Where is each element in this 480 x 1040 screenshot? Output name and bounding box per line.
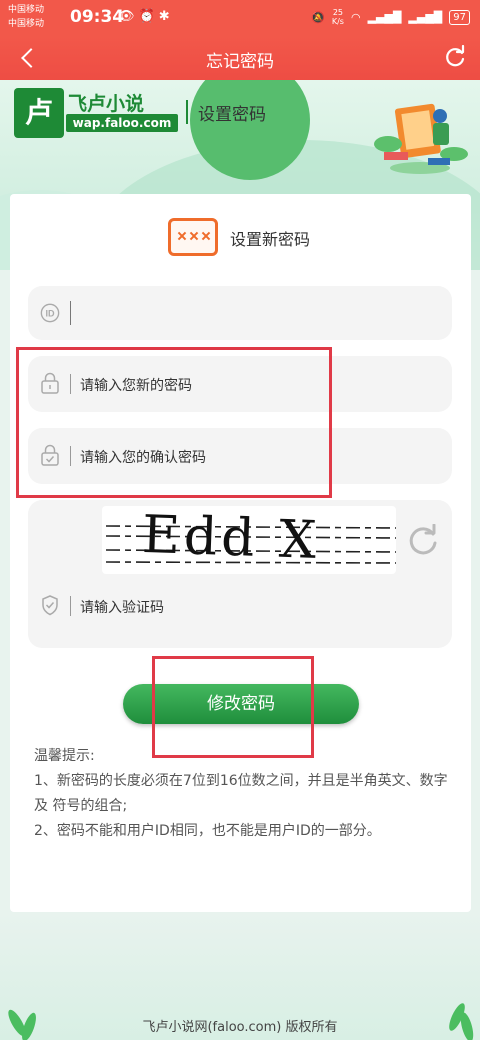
tips-section: 温馨提示: 1、新密码的长度必须在7位到16位数之间，并且是半角英文、数字及 符… <box>34 744 452 844</box>
alarm-icon: ⏰ <box>138 9 159 24</box>
tips-line-1: 1、新密码的长度必须在7位到16位数之间，并且是半角英文、数字及 符号的组合; <box>34 773 448 814</box>
signal-icon-1: ▂▄▆█ <box>367 10 402 24</box>
input-cursor <box>70 301 71 325</box>
network-speed: 25 K/s <box>332 8 344 26</box>
eye-icon: 👁 <box>118 9 139 24</box>
captcha-text: Edd X <box>141 506 322 572</box>
banner-subtitle: 设置密码 <box>198 105 266 125</box>
highlight-box-submit <box>152 656 314 758</box>
svg-text:ID: ID <box>45 309 55 319</box>
refresh-icon <box>446 44 465 67</box>
card-header: 设置新密码 <box>10 218 471 258</box>
status-icons-right: 🔕 25 K/s ◠ ▂▄▆█ ▂▄▆█ 97 <box>311 8 470 26</box>
status-bar: 中国移动 中国移动 09:34 👁⏰✱ 🔕 25 K/s ◠ ▂▄▆█ ▂▄▆█… <box>0 0 480 36</box>
wifi-icon: ◠ <box>350 10 361 24</box>
shield-check-icon <box>42 595 58 616</box>
captcha-placeholder: 请输入验证码 <box>80 600 164 616</box>
logo-url: wap.faloo.com <box>66 114 178 132</box>
nav-bar: 忘记密码 <box>0 36 480 80</box>
carrier-1: 中国移动 <box>8 5 45 15</box>
signal-icon-2: ▂▄▆█ <box>408 10 443 24</box>
bluetooth-icon: ✱ <box>158 9 174 24</box>
network-speed-unit: K/s <box>331 17 344 26</box>
user-id-field[interactable]: ID <box>28 286 452 340</box>
carrier-2: 中国移动 <box>8 19 45 29</box>
reading-illustration <box>374 103 468 174</box>
field-divider <box>70 596 71 616</box>
banner-divider <box>186 100 188 124</box>
carrier-labels: 中国移动 中国移动 <box>8 3 44 31</box>
reset-password-card: 设置新密码 ID 请输入您新的密码 请输入您的确认密码 请输入验证码 Edd X… <box>10 194 471 912</box>
mute-icon: 🔕 <box>311 10 325 24</box>
clock: 09:34 <box>70 7 125 27</box>
password-dots-icon <box>168 218 218 256</box>
highlight-box-password-fields <box>16 347 332 498</box>
status-icons-left: 👁⏰✱ <box>118 9 174 24</box>
card-title: 设置新密码 <box>230 230 311 249</box>
footer-copyright: 飞卢小说网(faloo.com) 版权所有 <box>142 1020 338 1035</box>
captcha-refresh-icon[interactable] <box>406 524 440 558</box>
battery-icon: 97 <box>449 9 470 25</box>
captcha-image[interactable]: Edd X <box>102 506 396 574</box>
tips-line-2: 2、密码不能和用户ID相同，也不能是用户ID的一部分。 <box>34 823 381 839</box>
logo-mark: 卢 <box>14 88 64 138</box>
logo-name: 飞卢小说 <box>68 93 145 115</box>
page-title: 忘记密码 <box>206 52 274 72</box>
id-icon: ID <box>40 303 60 323</box>
refresh-button[interactable] <box>442 44 468 71</box>
network-speed-value: 25 <box>332 8 343 17</box>
